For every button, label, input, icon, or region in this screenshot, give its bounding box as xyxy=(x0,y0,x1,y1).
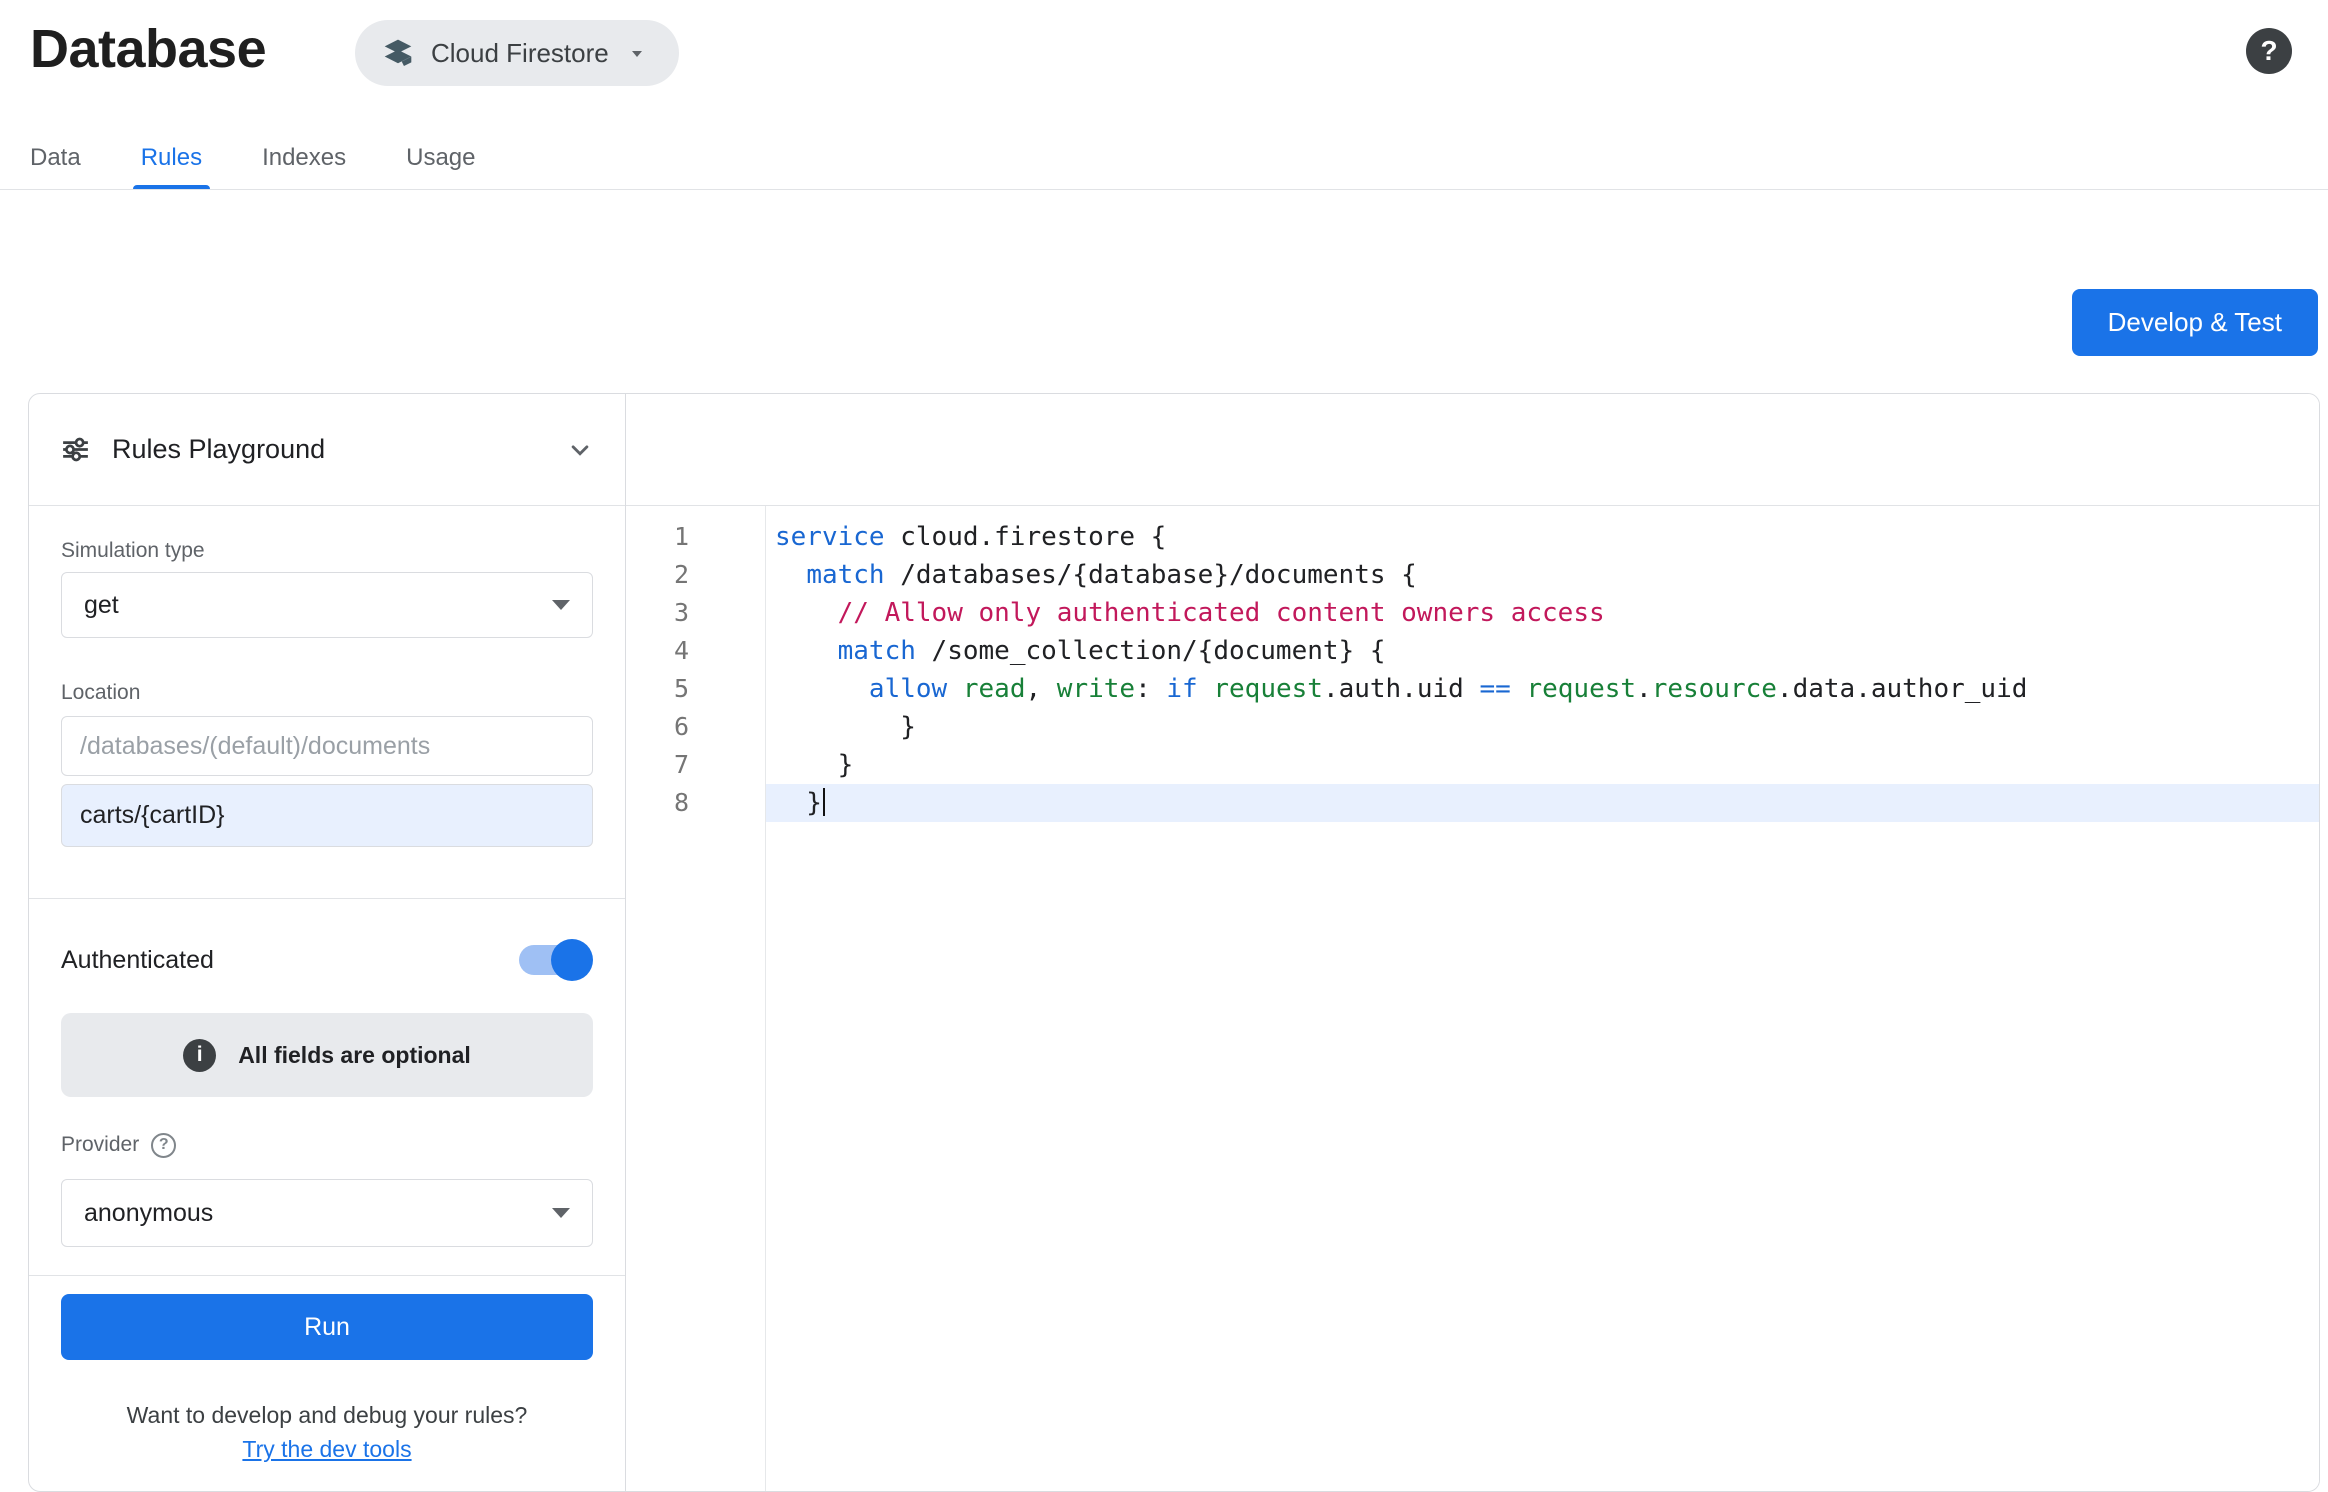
code-text[interactable]: // Allow only authenticated content owne… xyxy=(765,594,2319,632)
provider-label: Provider xyxy=(61,1132,139,1158)
provider-select[interactable]: anonymous xyxy=(61,1179,593,1247)
code-text[interactable]: } xyxy=(765,708,2319,746)
authenticated-row: Authenticated xyxy=(61,937,593,983)
tab-usage[interactable]: Usage xyxy=(376,126,505,189)
chip-label: Cloud Firestore xyxy=(431,38,609,69)
provider-value: anonymous xyxy=(84,1199,213,1228)
editor-toolbar xyxy=(626,394,2319,506)
code-line-7[interactable]: 7 } xyxy=(626,746,2319,784)
code-line-6[interactable]: 6 } xyxy=(626,708,2319,746)
gutter-divider xyxy=(765,506,766,1491)
toggle-thumb xyxy=(551,939,593,981)
code-text[interactable]: match /some_collection/{document} { xyxy=(765,632,2319,670)
location-base-input[interactable] xyxy=(61,716,593,776)
playground-title: Rules Playground xyxy=(112,434,325,465)
line-number: 5 xyxy=(626,670,765,708)
line-number: 8 xyxy=(626,784,765,822)
location-path-input[interactable] xyxy=(61,784,593,847)
code-line-2[interactable]: 2 match /databases/{database}/documents … xyxy=(626,556,2319,594)
info-banner: i All fields are optional xyxy=(61,1013,593,1097)
info-banner-text: All fields are optional xyxy=(238,1042,471,1069)
develop-test-button[interactable]: Develop & Test xyxy=(2072,289,2318,356)
tab-data[interactable]: Data xyxy=(0,126,111,189)
line-number: 1 xyxy=(626,518,765,556)
line-number: 4 xyxy=(626,632,765,670)
rules-card: Rules Playground Simulation type get Loc… xyxy=(28,393,2320,1492)
tab-bar: Data Rules Indexes Usage xyxy=(0,126,2328,190)
text-cursor xyxy=(823,788,825,816)
tab-label: Data xyxy=(30,144,81,172)
tab-label: Indexes xyxy=(262,144,346,172)
dev-tools-link[interactable]: Try the dev tools xyxy=(242,1436,411,1462)
provider-row: Provider ? xyxy=(61,1131,593,1159)
code-text[interactable]: } xyxy=(765,784,2319,822)
run-button[interactable]: Run xyxy=(61,1294,593,1360)
chip-caret-icon xyxy=(625,41,649,65)
dev-tools-prompt: Want to develop and debug your rules? xyxy=(61,1402,593,1428)
location-label: Location xyxy=(61,680,593,706)
help-icon[interactable]: ? xyxy=(2246,28,2292,74)
authenticated-toggle[interactable] xyxy=(519,945,591,975)
page-title: Database xyxy=(30,10,266,88)
code-line-5[interactable]: 5 allow read, write: if request.auth.uid… xyxy=(626,670,2319,708)
playground-header: Rules Playground xyxy=(29,394,625,506)
divider xyxy=(29,898,625,899)
code-line-4[interactable]: 4 match /some_collection/{document} { xyxy=(626,632,2319,670)
simulation-type-label: Simulation type xyxy=(61,538,593,564)
divider xyxy=(29,1275,625,1276)
tune-icon xyxy=(59,433,92,466)
code-text[interactable]: match /databases/{database}/documents { xyxy=(765,556,2319,594)
code-line-8[interactable]: 8 } xyxy=(626,784,2319,822)
code-text[interactable]: } xyxy=(765,746,2319,784)
line-number: 7 xyxy=(626,746,765,784)
tab-rules[interactable]: Rules xyxy=(111,126,232,189)
code-text[interactable]: service cloud.firestore { xyxy=(765,518,2319,556)
tab-label: Usage xyxy=(406,144,475,172)
rules-playground-panel: Rules Playground Simulation type get Loc… xyxy=(29,394,626,1491)
select-caret-icon xyxy=(552,600,570,610)
line-number: 3 xyxy=(626,594,765,632)
authenticated-label: Authenticated xyxy=(61,946,214,975)
select-caret-icon xyxy=(552,1208,570,1218)
tab-indexes[interactable]: Indexes xyxy=(232,126,376,189)
rules-editor: 1service cloud.firestore {2 match /datab… xyxy=(626,394,2319,1491)
collapse-chevron-icon[interactable] xyxy=(565,435,595,465)
code-rows: 1service cloud.firestore {2 match /datab… xyxy=(626,506,2319,822)
code-text[interactable]: allow read, write: if request.auth.uid =… xyxy=(765,670,2319,708)
line-number: 6 xyxy=(626,708,765,746)
firestore-product-chip[interactable]: Cloud Firestore xyxy=(355,20,679,86)
info-icon: i xyxy=(183,1039,216,1072)
code-line-1[interactable]: 1service cloud.firestore { xyxy=(626,518,2319,556)
code-line-3[interactable]: 3 // Allow only authenticated content ow… xyxy=(626,594,2319,632)
simulation-type-value: get xyxy=(84,591,119,620)
firestore-icon xyxy=(381,36,415,70)
line-number: 2 xyxy=(626,556,765,594)
simulation-type-select[interactable]: get xyxy=(61,572,593,638)
editor-body[interactable]: 1service cloud.firestore {2 match /datab… xyxy=(626,506,2319,1491)
provider-help-icon[interactable]: ? xyxy=(151,1133,176,1158)
tab-label: Rules xyxy=(141,144,202,172)
playground-body: Simulation type get Location Authenticat… xyxy=(29,506,625,1491)
